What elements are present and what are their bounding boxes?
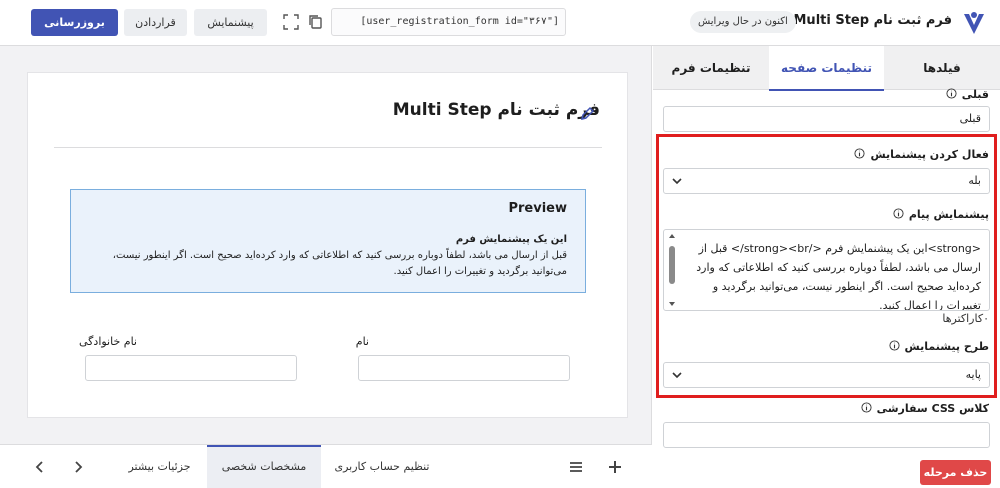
preview-message: این یک پیشنمایش فرم قبل از ارسال می باشد… <box>97 232 567 280</box>
preview-style-label: طرح پیشنمایش <box>889 340 989 353</box>
preview-message-label: پیشنمایش پیام <box>893 208 989 221</box>
tab-page-settings[interactable]: تنظیمات صفحه <box>769 46 884 91</box>
user-registration-logo-icon <box>964 12 984 34</box>
embed-button[interactable]: قراردادن <box>124 9 187 36</box>
delete-step-button[interactable]: حذف مرحله <box>920 460 991 485</box>
editing-status-badge: اکنون در حال ویرایش <box>690 11 796 33</box>
preview-line-1: این یک پیشنمایش فرم <box>455 234 567 245</box>
prev-button-label: قبلی <box>946 88 989 101</box>
shortcode-field[interactable]: [user_registration_form id="۳۶۷"] <box>331 8 566 36</box>
textarea-scrollbar[interactable] <box>668 234 676 306</box>
info-icon <box>893 208 904 219</box>
step-tab-personal-info[interactable]: مشخصات شخصی <box>207 445 321 488</box>
info-icon <box>889 340 900 351</box>
tab-form-settings[interactable]: تنظیمات فرم <box>653 46 769 90</box>
form-preview-box: Preview این یک پیشنمایش فرم قبل از ارسال… <box>70 189 586 293</box>
preview-heading: Preview <box>508 201 567 216</box>
preview-line-2: قبل از ارسال می باشد، لطفاً دوباره بررسی… <box>112 250 567 261</box>
info-icon <box>861 402 872 413</box>
preview-message-text: پیشنمایش پیام <box>908 208 989 221</box>
css-class-label: کلاس CSS سفارشی <box>861 402 989 415</box>
copy-icon[interactable] <box>307 13 325 31</box>
tab-fields[interactable]: فیلدها <box>884 46 1000 90</box>
form-builder-canvas: فرم ثبت نام Multi Step Preview این یک پی… <box>0 46 652 488</box>
canvas-form-title: فرم ثبت نام Multi Step <box>392 100 600 120</box>
fullscreen-icon[interactable] <box>282 13 300 31</box>
character-count: ۰کاراکترها <box>942 312 989 325</box>
preview-button[interactable]: پیشنمایش <box>194 9 267 36</box>
enable-preview-label: فعال کردن پیشنمایش <box>854 148 989 161</box>
preview-style-text: طرح پیشنمایش <box>904 340 989 353</box>
preview-style-select[interactable]: پایه <box>663 362 990 388</box>
enable-preview-text: فعال کردن پیشنمایش <box>870 148 989 161</box>
preview-message-value: <strong>این یک پیشنمایش فرم </strong><br… <box>696 242 981 311</box>
chevron-down-icon <box>672 178 682 185</box>
add-step-icon[interactable] <box>607 459 623 475</box>
css-class-input[interactable] <box>663 422 990 448</box>
step-tab-more-details[interactable]: جزئیات بیشتر <box>112 445 207 488</box>
first-name-label: نام <box>355 335 369 348</box>
first-name-input[interactable] <box>358 355 570 381</box>
prev-label-text: قبلی <box>961 88 989 101</box>
prev-button-input[interactable]: قبلی <box>663 106 990 132</box>
last-name-label: نام خانوادگی <box>79 335 137 348</box>
step-tab-account-setup[interactable]: تنظیم حساب کاربری <box>321 445 443 488</box>
divider <box>54 147 602 148</box>
preview-line-3: می‌توانید برگردید و تغییرات را اعمال کنی… <box>393 266 567 277</box>
menu-icon[interactable] <box>568 459 584 475</box>
enable-preview-select[interactable]: بله <box>663 168 990 194</box>
info-icon <box>946 88 957 99</box>
css-class-text: کلاس CSS سفارشی <box>876 402 989 415</box>
preview-message-textarea[interactable]: <strong>این یک پیشنمایش فرم </strong><br… <box>663 229 990 311</box>
chevron-down-icon <box>672 372 682 379</box>
chevron-right-icon[interactable] <box>70 459 86 475</box>
top-bar: فرم ثبت نام Multi Step اکنون در حال ویرا… <box>0 0 1000 56</box>
form-card: فرم ثبت نام Multi Step Preview این یک پی… <box>27 72 628 418</box>
step-navigation: جزئیات بیشتر مشخصات شخصی تنظیم حساب کارب… <box>0 444 652 488</box>
info-icon <box>854 148 866 159</box>
preview-style-value: پایه <box>965 368 981 381</box>
pencil-edit-icon[interactable] <box>576 103 598 125</box>
update-form-button[interactable]: بروزرسانی فرم <box>31 9 118 56</box>
enable-preview-value: بله <box>968 174 981 187</box>
form-title: فرم ثبت نام Multi Step <box>793 13 953 28</box>
last-name-input[interactable] <box>85 355 297 381</box>
settings-tabs: فیلدها تنظیمات صفحه تنظیمات فرم <box>653 46 1000 91</box>
settings-panel: فیلدها تنظیمات صفحه تنظیمات فرم قبلی قبل… <box>653 46 1000 488</box>
chevron-left-icon[interactable] <box>32 459 48 475</box>
